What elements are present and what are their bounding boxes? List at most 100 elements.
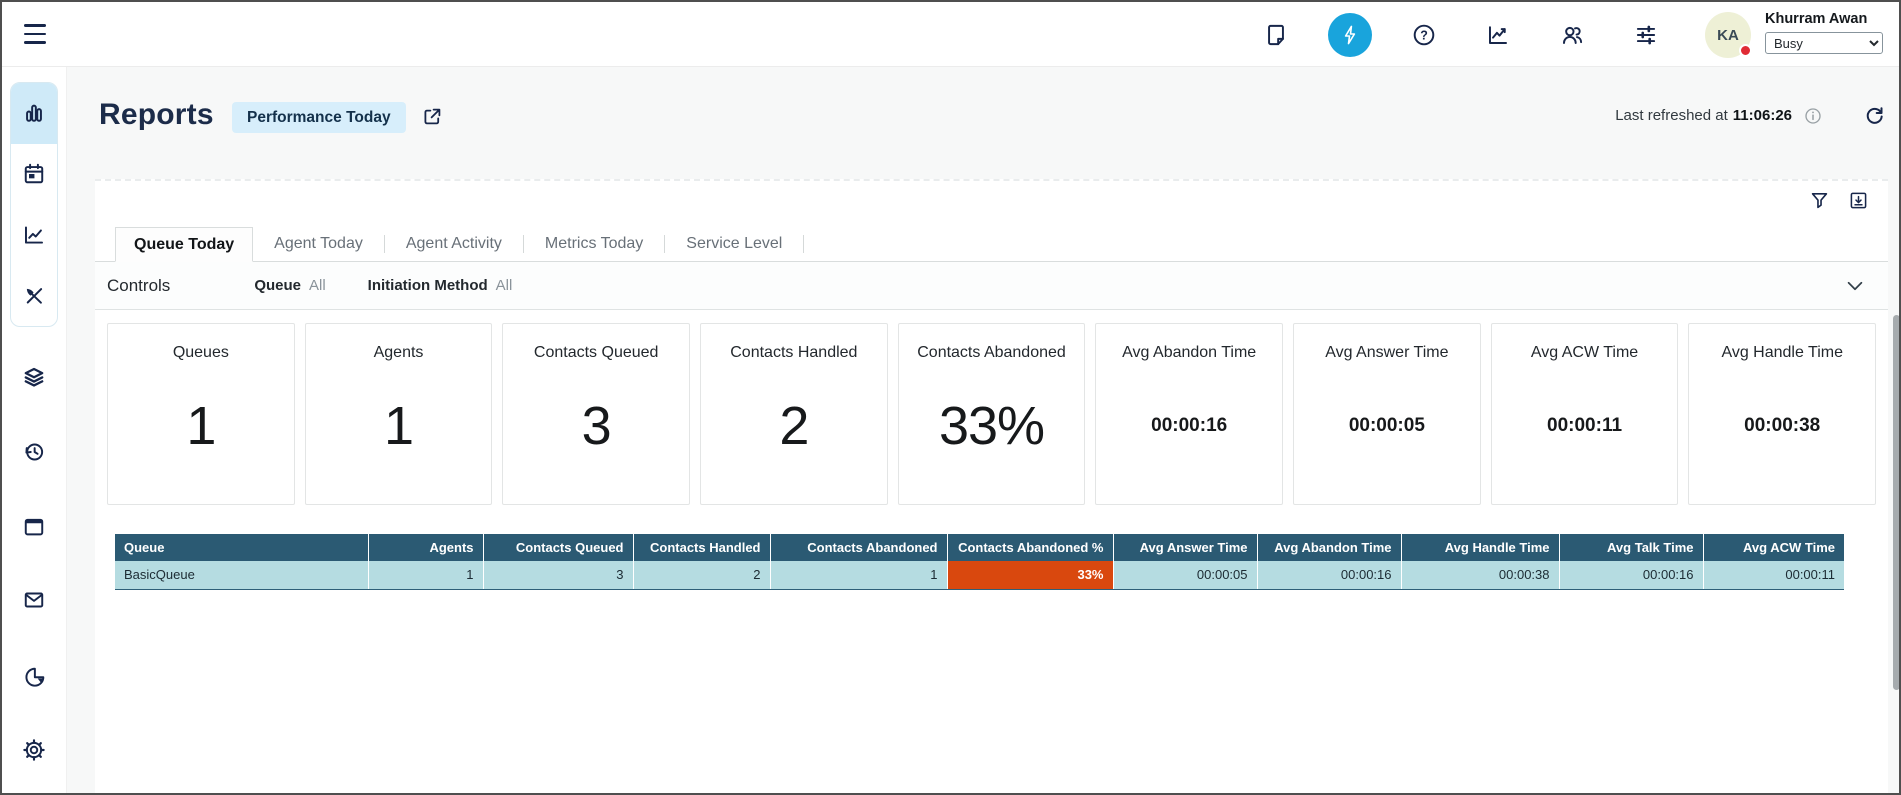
top-icon-row: ?	[1263, 2, 1659, 67]
flash-icon-active[interactable]	[1337, 22, 1363, 48]
sidebar-item-settings[interactable]	[14, 730, 54, 770]
column-header-contacts-abandoned-pct: Contacts Abandoned %	[947, 534, 1113, 561]
tab-queue-today[interactable]: Queue Today	[115, 227, 253, 262]
kpi-card-value: 1	[186, 362, 215, 504]
bar-chart-icon	[21, 100, 47, 126]
kpi-card-avg-acw-time: Avg ACW Time 00:00:11	[1491, 323, 1679, 505]
cell-contacts-handled: 2	[633, 561, 770, 589]
history-icon	[21, 439, 47, 465]
sidebar-item-schedule[interactable]	[11, 144, 57, 205]
cell-contacts-abandoned-pct-alert: 33%	[947, 561, 1113, 589]
avatar[interactable]: KA	[1705, 12, 1751, 58]
queue-filter-label: Queue	[254, 277, 301, 294]
kpi-card-title: Avg Handle Time	[1721, 344, 1843, 362]
refresh-icon[interactable]	[1863, 104, 1886, 127]
kpi-card-value: 3	[582, 362, 611, 504]
kpi-card-value: 1	[384, 362, 413, 504]
tab-strip: Queue Today Agent Today Agent Activity M…	[95, 227, 1888, 262]
kpi-card-avg-handle-time: Avg Handle Time 00:00:38	[1688, 323, 1876, 505]
initiation-method-value: All	[496, 277, 513, 294]
kpi-card-contacts-abandoned: Contacts Abandoned 33%	[898, 323, 1086, 505]
user-block: Khurram Awan Busy	[1765, 11, 1887, 54]
kpi-card-value: 00:00:38	[1744, 362, 1820, 504]
column-header-contacts-abandoned: Contacts Abandoned	[770, 534, 947, 561]
sidebar-item-reports[interactable]	[11, 83, 57, 144]
sidebar-item-mail[interactable]	[14, 580, 54, 620]
presence-dot	[1739, 44, 1752, 57]
sidebar-item-browser[interactable]	[14, 507, 54, 547]
kpi-card-avg-abandon-time: Avg Abandon Time 00:00:16	[1095, 323, 1283, 505]
column-header-avg-talk-time: Avg Talk Time	[1559, 534, 1703, 561]
info-icon[interactable]	[1803, 106, 1823, 126]
queue-filter[interactable]: Queue All	[254, 277, 325, 294]
agents-icon[interactable]	[1559, 22, 1585, 48]
initiation-method-label: Initiation Method	[368, 277, 488, 294]
sliders-icon[interactable]	[1633, 22, 1659, 48]
column-header-queue: Queue	[115, 534, 368, 561]
column-header-contacts-handled: Contacts Handled	[633, 534, 770, 561]
kpi-card-value: 2	[779, 362, 808, 504]
kpi-card-contacts-queued: Contacts Queued 3	[502, 323, 690, 505]
kpi-card-avg-answer-time: Avg Answer Time 00:00:05	[1293, 323, 1481, 505]
browser-icon	[21, 514, 47, 540]
kpi-card-title: Agents	[374, 344, 424, 362]
sidebar-nav-group	[10, 82, 58, 327]
column-header-contacts-queued: Contacts Queued	[483, 534, 633, 561]
column-header-avg-acw-time: Avg ACW Time	[1703, 534, 1844, 561]
last-refreshed-time: 11:06:26	[1733, 107, 1792, 124]
sidebar-item-metrics[interactable]	[11, 205, 57, 266]
sidebar-item-layers[interactable]	[14, 357, 54, 397]
layers-icon	[21, 364, 47, 390]
pie-chart-icon	[21, 664, 47, 690]
kpi-card-agents: Agents 1	[305, 323, 493, 505]
cell-avg-abandon-time: 00:00:16	[1257, 561, 1401, 589]
last-refreshed-label: Last refreshed at	[1615, 107, 1728, 124]
kpi-card-value: 33%	[939, 362, 1044, 504]
sidebar-item-analytics[interactable]	[14, 657, 54, 697]
status-select[interactable]: Busy	[1765, 32, 1883, 54]
controls-bar: Controls Queue All Initiation Method All	[95, 262, 1888, 310]
download-icon[interactable]	[1847, 189, 1870, 212]
mail-icon	[21, 587, 47, 613]
column-header-avg-answer-time: Avg Answer Time	[1113, 534, 1257, 561]
report-panel: Queue Today Agent Today Agent Activity M…	[95, 179, 1888, 795]
kpi-card-row: Queues 1 Agents 1 Contacts Queued 3 Cont…	[107, 323, 1876, 505]
table-header-row: Queue Agents Contacts Queued Contacts Ha…	[115, 534, 1844, 561]
tab-service-level[interactable]: Service Level	[665, 227, 803, 261]
tab-metrics-today[interactable]: Metrics Today	[524, 227, 664, 261]
svg-text:?: ?	[1420, 28, 1428, 42]
kpi-card-queues: Queues 1	[107, 323, 295, 505]
chevron-down-icon[interactable]	[1844, 275, 1866, 297]
column-header-avg-abandon-time: Avg Abandon Time	[1257, 534, 1401, 561]
initiation-method-filter[interactable]: Initiation Method All	[368, 277, 513, 294]
line-chart-icon[interactable]	[1485, 22, 1511, 48]
help-icon[interactable]: ?	[1411, 22, 1437, 48]
kpi-card-title: Queues	[173, 344, 229, 362]
page-title: Reports	[99, 98, 214, 132]
notes-icon[interactable]	[1263, 22, 1289, 48]
cell-contacts-queued: 3	[483, 561, 633, 589]
tab-agent-activity[interactable]: Agent Activity	[385, 227, 523, 261]
kpi-card-title: Avg Answer Time	[1325, 344, 1448, 362]
queue-metrics-table: Queue Agents Contacts Queued Contacts Ha…	[115, 534, 1844, 590]
design-brush-icon	[21, 283, 47, 309]
hamburger-menu-icon[interactable]	[24, 24, 46, 44]
kpi-card-value: 00:00:05	[1349, 362, 1425, 504]
cell-avg-handle-time: 00:00:38	[1401, 561, 1559, 589]
sidebar-item-design[interactable]	[11, 265, 57, 326]
external-link-icon[interactable]	[420, 105, 444, 129]
cell-agents: 1	[368, 561, 483, 589]
vertical-scrollbar-thumb[interactable]	[1893, 315, 1900, 690]
column-header-avg-handle-time: Avg Handle Time	[1401, 534, 1559, 561]
tab-separator	[803, 235, 804, 253]
kpi-card-title: Avg ACW Time	[1531, 344, 1638, 362]
filter-icon[interactable]	[1808, 189, 1831, 212]
kpi-card-title: Avg Abandon Time	[1122, 344, 1256, 362]
kpi-card-title: Contacts Abandoned	[917, 344, 1066, 362]
panel-toolbar	[1808, 189, 1870, 212]
controls-label: Controls	[107, 276, 170, 296]
tab-agent-today[interactable]: Agent Today	[253, 227, 384, 261]
last-refreshed-row: Last refreshed at 11:06:26	[1615, 104, 1886, 127]
calendar-icon	[21, 161, 47, 187]
sidebar-item-history[interactable]	[14, 432, 54, 472]
